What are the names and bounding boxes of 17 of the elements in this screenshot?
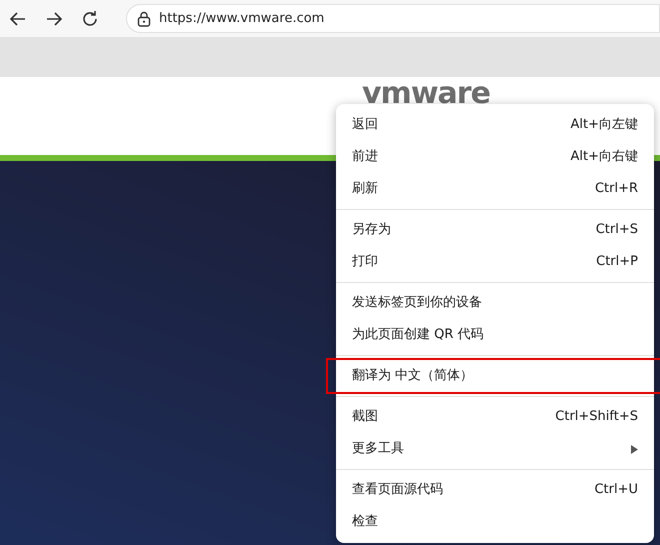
menu-item[interactable]: 查看页面源代码 Ctrl+U (336, 474, 654, 506)
url-text: https://www.vmware.com (159, 10, 324, 28)
lock-icon (137, 10, 151, 26)
menu-item[interactable]: 更多工具 (336, 433, 654, 465)
reload-icon[interactable] (80, 8, 100, 28)
menu-item[interactable]: 检查 (336, 506, 654, 538)
menu-item[interactable]: 截图 Ctrl+Shift+S (336, 401, 654, 433)
menu-item[interactable]: 另存为 Ctrl+S (336, 214, 654, 246)
menu-item[interactable]: 返回 Alt+向左键 (336, 109, 654, 141)
menu-item[interactable]: 翻译为 中文（简体） (328, 360, 660, 392)
menu-item[interactable]: 打印 Ctrl+P (336, 246, 654, 278)
menu-item[interactable]: 发送标签页到你的设备 (336, 287, 654, 319)
address-bar[interactable]: https://www.vmware.com (126, 4, 660, 33)
menu-item[interactable]: 为此页面创建 QR 代码 (336, 319, 654, 351)
menu-item[interactable]: 刷新 Ctrl+R (336, 173, 654, 205)
menu-item[interactable]: 前进 Alt+向右键 (336, 141, 654, 173)
logo: vmware (362, 79, 490, 109)
